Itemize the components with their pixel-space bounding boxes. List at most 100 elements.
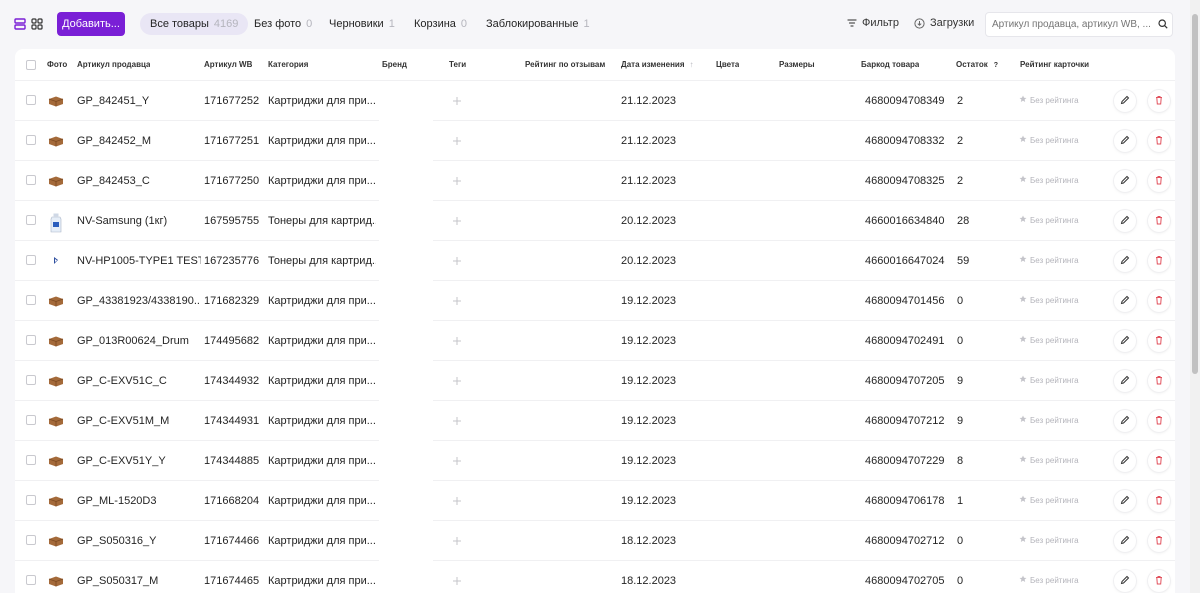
edit-button[interactable] (1114, 330, 1136, 352)
product-photo[interactable] (48, 253, 64, 269)
add-tag-icon[interactable] (452, 373, 462, 385)
help-icon[interactable]: ? (994, 50, 998, 81)
filter-button[interactable]: Фильтр (847, 17, 899, 29)
vendor-code[interactable]: GP_C-EXV51Y_Y (77, 441, 201, 481)
add-tag-icon[interactable] (452, 293, 462, 305)
header-wb-code[interactable]: Артикул WB (204, 49, 252, 81)
table-row[interactable]: NV-Samsung (1кг) 167595755 Тонеры для карт… (15, 201, 1175, 241)
header-tags[interactable]: Теги (449, 49, 466, 81)
add-tag-icon[interactable] (452, 573, 462, 585)
product-photo[interactable] (48, 93, 64, 109)
row-checkbox[interactable] (26, 95, 36, 105)
search-input[interactable] (985, 12, 1173, 37)
add-button[interactable]: Добавить... (57, 12, 125, 36)
table-row[interactable]: GP_C-EXV51Y_Y 174344885 Картриджи для при.… (15, 441, 1175, 481)
add-tag-icon[interactable] (452, 253, 462, 265)
header-review-rating[interactable]: Рейтинг по отзывам (525, 49, 605, 81)
delete-button[interactable] (1148, 450, 1170, 472)
header-vendor-code[interactable]: Артикул продавца (77, 49, 150, 81)
delete-button[interactable] (1148, 290, 1170, 312)
table-row[interactable]: GP_43381923/4338190... 171682329 Картриджи… (15, 281, 1175, 321)
vendor-code[interactable]: GP_43381923/4338190... (77, 281, 201, 321)
vendor-code[interactable]: GP_842452_M (77, 121, 201, 161)
edit-button[interactable] (1114, 250, 1136, 272)
edit-button[interactable] (1114, 290, 1136, 312)
edit-button[interactable] (1114, 370, 1136, 392)
row-checkbox[interactable] (26, 495, 36, 505)
edit-button[interactable] (1114, 450, 1136, 472)
delete-button[interactable] (1148, 410, 1170, 432)
delete-button[interactable] (1148, 490, 1170, 512)
table-row[interactable]: GP_S050316_Y 171674466 Картриджи для при..… (15, 521, 1175, 561)
delete-button[interactable] (1148, 330, 1170, 352)
header-barcode[interactable]: Баркод товара (861, 49, 919, 81)
row-checkbox[interactable] (26, 335, 36, 345)
delete-button[interactable] (1148, 210, 1170, 232)
vendor-code[interactable]: GP_C-EXV51M_M (77, 401, 201, 441)
add-tag-icon[interactable] (452, 533, 462, 545)
add-tag-icon[interactable] (452, 213, 462, 225)
product-photo[interactable] (48, 133, 64, 149)
vendor-code[interactable]: GP_842451_Y (77, 81, 201, 121)
table-row[interactable]: GP_842452_M 171677251 Картриджи для при...… (15, 121, 1175, 161)
header-card-rating[interactable]: Рейтинг карточки (1020, 49, 1089, 81)
vendor-code[interactable]: GP_ML-1520D3 (77, 481, 201, 521)
row-checkbox[interactable] (26, 415, 36, 425)
row-checkbox[interactable] (26, 375, 36, 385)
add-tag-icon[interactable] (452, 333, 462, 345)
list-view-icon[interactable] (14, 18, 26, 30)
vendor-code[interactable]: GP_C-EXV51C_C (77, 361, 201, 401)
vendor-code[interactable]: NV-Samsung (1кг) (77, 201, 201, 241)
add-tag-icon[interactable] (452, 173, 462, 185)
grid-view-icon[interactable] (31, 18, 43, 30)
table-row[interactable]: GP_C-EXV51C_C 174344932 Картриджи для при.… (15, 361, 1175, 401)
add-tag-icon[interactable] (452, 413, 462, 425)
vendor-code[interactable]: GP_013R00624_Drum (77, 321, 201, 361)
product-photo[interactable] (48, 373, 64, 389)
select-all-checkbox[interactable] (26, 60, 36, 70)
table-row[interactable]: GP_C-EXV51M_M 174344931 Картриджи для при.… (15, 401, 1175, 441)
vendor-code[interactable]: GP_S050316_Y (77, 521, 201, 561)
vendor-code[interactable]: NV-HP1005-TYPE1 TEST (77, 241, 201, 281)
header-sizes[interactable]: Размеры (779, 49, 815, 81)
edit-button[interactable] (1114, 530, 1136, 552)
vendor-code[interactable]: GP_842453_C (77, 161, 201, 201)
product-photo[interactable] (48, 533, 64, 549)
scrollbar[interactable] (1190, 0, 1200, 593)
row-checkbox[interactable] (26, 135, 36, 145)
edit-button[interactable] (1114, 410, 1136, 432)
tab-trash[interactable]: Корзина 0 (414, 13, 467, 35)
edit-button[interactable] (1114, 130, 1136, 152)
delete-button[interactable] (1148, 570, 1170, 592)
downloads-button[interactable]: Загрузки (914, 17, 974, 29)
scrollbar-thumb[interactable] (1192, 14, 1198, 374)
search-icon[interactable] (1158, 19, 1168, 29)
row-checkbox[interactable] (26, 255, 36, 265)
table-row[interactable]: GP_S050317_M 171674465 Картриджи для при..… (15, 561, 1175, 593)
edit-button[interactable] (1114, 570, 1136, 592)
delete-button[interactable] (1148, 530, 1170, 552)
tab-blocked[interactable]: Заблокированные 1 (486, 13, 590, 35)
product-photo[interactable] (48, 413, 64, 429)
add-tag-icon[interactable] (452, 493, 462, 505)
header-category[interactable]: Категория (268, 49, 308, 81)
add-tag-icon[interactable] (452, 133, 462, 145)
product-photo[interactable] (48, 493, 64, 509)
row-checkbox[interactable] (26, 455, 36, 465)
edit-button[interactable] (1114, 490, 1136, 512)
product-photo[interactable] (48, 173, 64, 189)
edit-button[interactable] (1114, 90, 1136, 112)
tab-drafts[interactable]: Черновики 1 (329, 13, 395, 35)
delete-button[interactable] (1148, 130, 1170, 152)
delete-button[interactable] (1148, 90, 1170, 112)
product-photo[interactable] (48, 213, 64, 233)
table-row[interactable]: NV-HP1005-TYPE1 TEST 167235776 Тонеры для … (15, 241, 1175, 281)
header-brand[interactable]: Бренд (382, 49, 407, 81)
product-photo[interactable] (48, 333, 64, 349)
header-stock[interactable]: Остаток? (956, 49, 998, 81)
product-photo[interactable] (48, 573, 64, 589)
add-tag-icon[interactable] (452, 453, 462, 465)
delete-button[interactable] (1148, 370, 1170, 392)
row-checkbox[interactable] (26, 295, 36, 305)
header-date-changed[interactable]: Дата изменения ↑ (621, 49, 694, 81)
